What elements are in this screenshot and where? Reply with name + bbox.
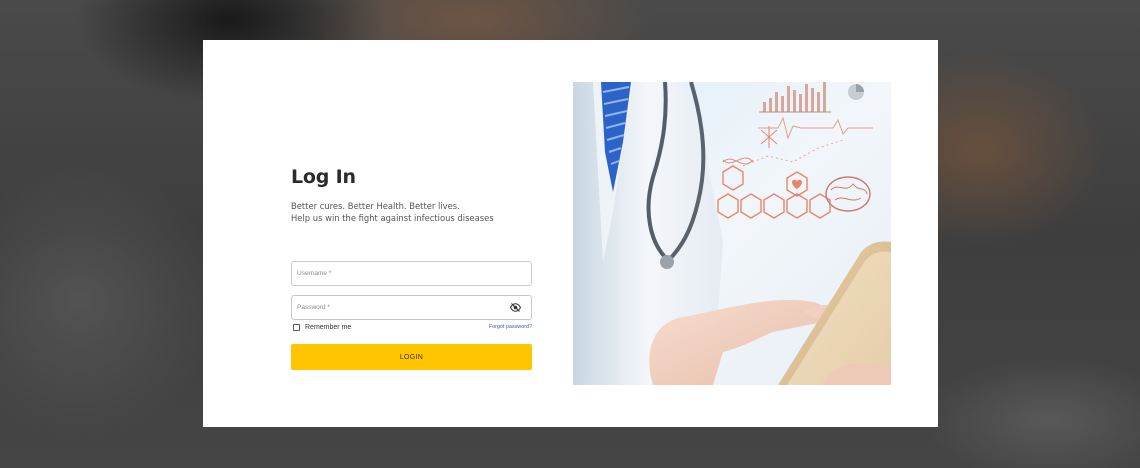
tagline-line-1: Better cures. Better Health. Better live… [291, 201, 460, 211]
tagline: Better cures. Better Health. Better live… [291, 201, 494, 224]
eye-slash-icon[interactable] [510, 303, 521, 312]
login-form: Log In Better cures. Better Health. Bett… [291, 40, 532, 427]
username-field[interactable] [291, 261, 532, 286]
doctor-tablet-illustration [573, 82, 891, 385]
remember-checkbox[interactable] [293, 324, 300, 331]
username-input[interactable] [297, 262, 497, 285]
remember-label: Remember me [305, 324, 352, 331]
password-input[interactable] [297, 296, 497, 319]
login-modal: Log In Better cures. Better Health. Bett… [203, 40, 938, 427]
password-field[interactable] [291, 295, 532, 320]
page-title: Log In [291, 166, 356, 188]
tagline-line-2: Help us win the fight against infectious… [291, 212, 494, 223]
login-button[interactable]: LOGIN [291, 344, 532, 370]
forgot-password-link[interactable]: Forgot password? [489, 324, 532, 330]
remember-me[interactable]: Remember me [293, 324, 351, 331]
